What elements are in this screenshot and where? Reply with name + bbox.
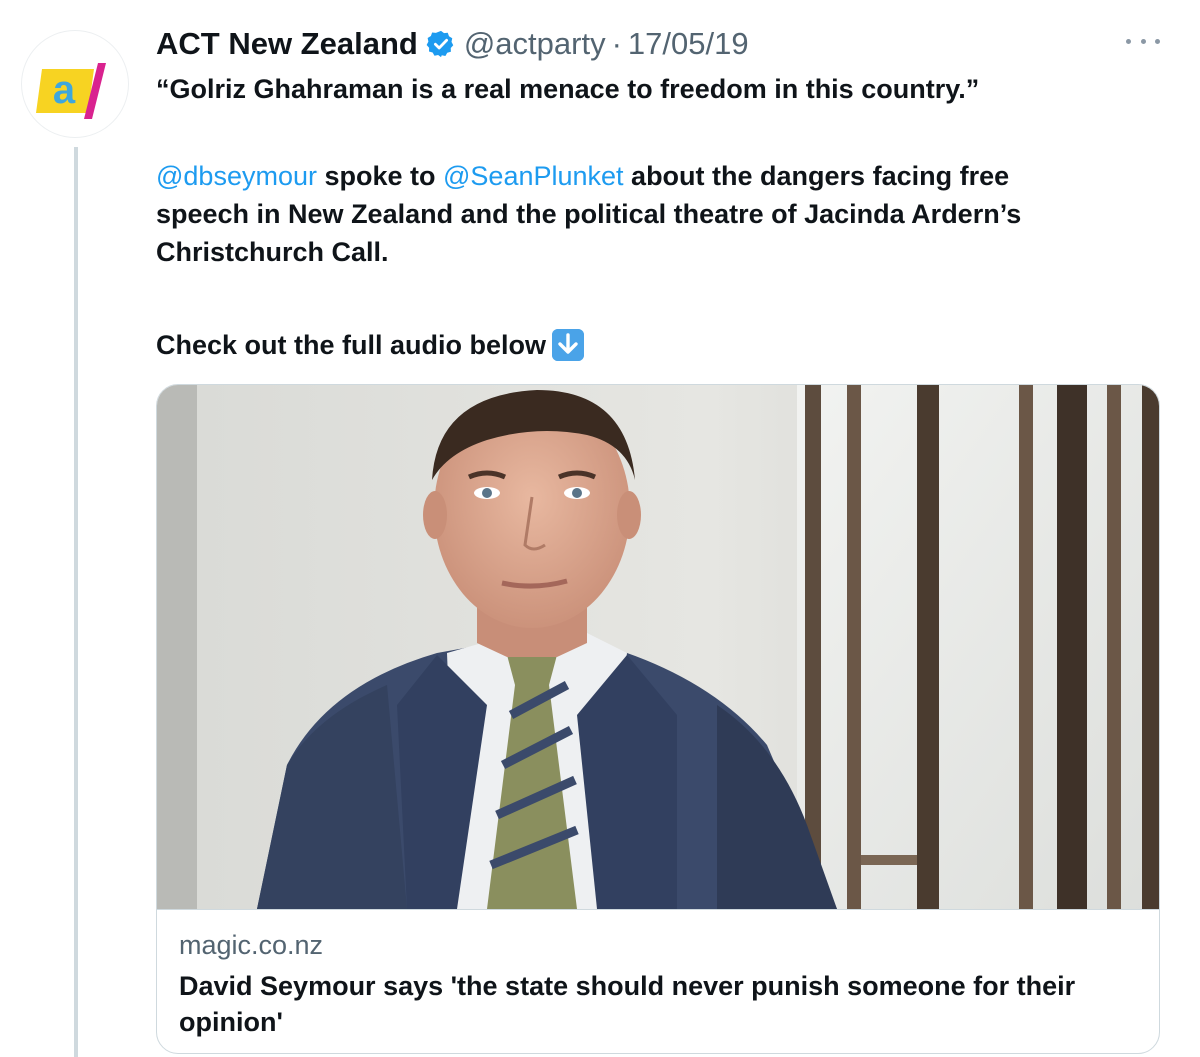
thread-connector-line [74, 147, 78, 1057]
mention-seanplunket[interactable]: @SeanPlunket [443, 161, 624, 191]
tweet-paragraph: @dbseymour spoke to @SeanPlunket about t… [156, 157, 1166, 271]
tweet-text-line: speech in New Zealand and the political … [156, 199, 1022, 229]
link-title: David Seymour says 'the state should nev… [179, 971, 1076, 1037]
tweet-cta-line: Check out the full audio below [156, 326, 1166, 364]
verified-badge-icon [426, 29, 456, 59]
link-domain: magic.co.nz [179, 930, 324, 960]
tweet[interactable]: a ACT New Zealand @actparty · 17/05/19 “… [0, 0, 1200, 1057]
more-options-icon[interactable] [1126, 34, 1160, 48]
act-party-logo: a [36, 63, 106, 119]
link-preview-card[interactable]: magic.co.nz David Seymour says 'the stat… [156, 384, 1160, 1054]
separator-dot: · [611, 26, 622, 61]
svg-text:a: a [53, 68, 76, 112]
author-name[interactable]: ACT New Zealand [156, 26, 418, 62]
tweet-text-line: Christchurch Call. [156, 237, 389, 267]
portrait-photo[interactable] [157, 385, 1159, 909]
author-avatar[interactable]: a [22, 31, 128, 137]
cta-text: Check out the full audio below [156, 330, 547, 360]
author-handle[interactable]: @actparty [464, 26, 606, 62]
tweet-text-segment: about the dangers facing free [623, 161, 1010, 191]
mention-dbseymour[interactable]: @dbseymour [156, 161, 317, 191]
tweet-quote-line: “Golriz Ghahraman is a real menace to fr… [156, 74, 980, 104]
down-arrow-emoji-icon [552, 329, 585, 361]
tweet-date[interactable]: 17/05/19 [628, 26, 749, 62]
tweet-header: ACT New Zealand @actparty · 17/05/19 [156, 22, 749, 66]
tweet-text-segment: spoke to [316, 161, 444, 191]
link-card-meta: magic.co.nz David Seymour says 'the stat… [157, 909, 1159, 1053]
